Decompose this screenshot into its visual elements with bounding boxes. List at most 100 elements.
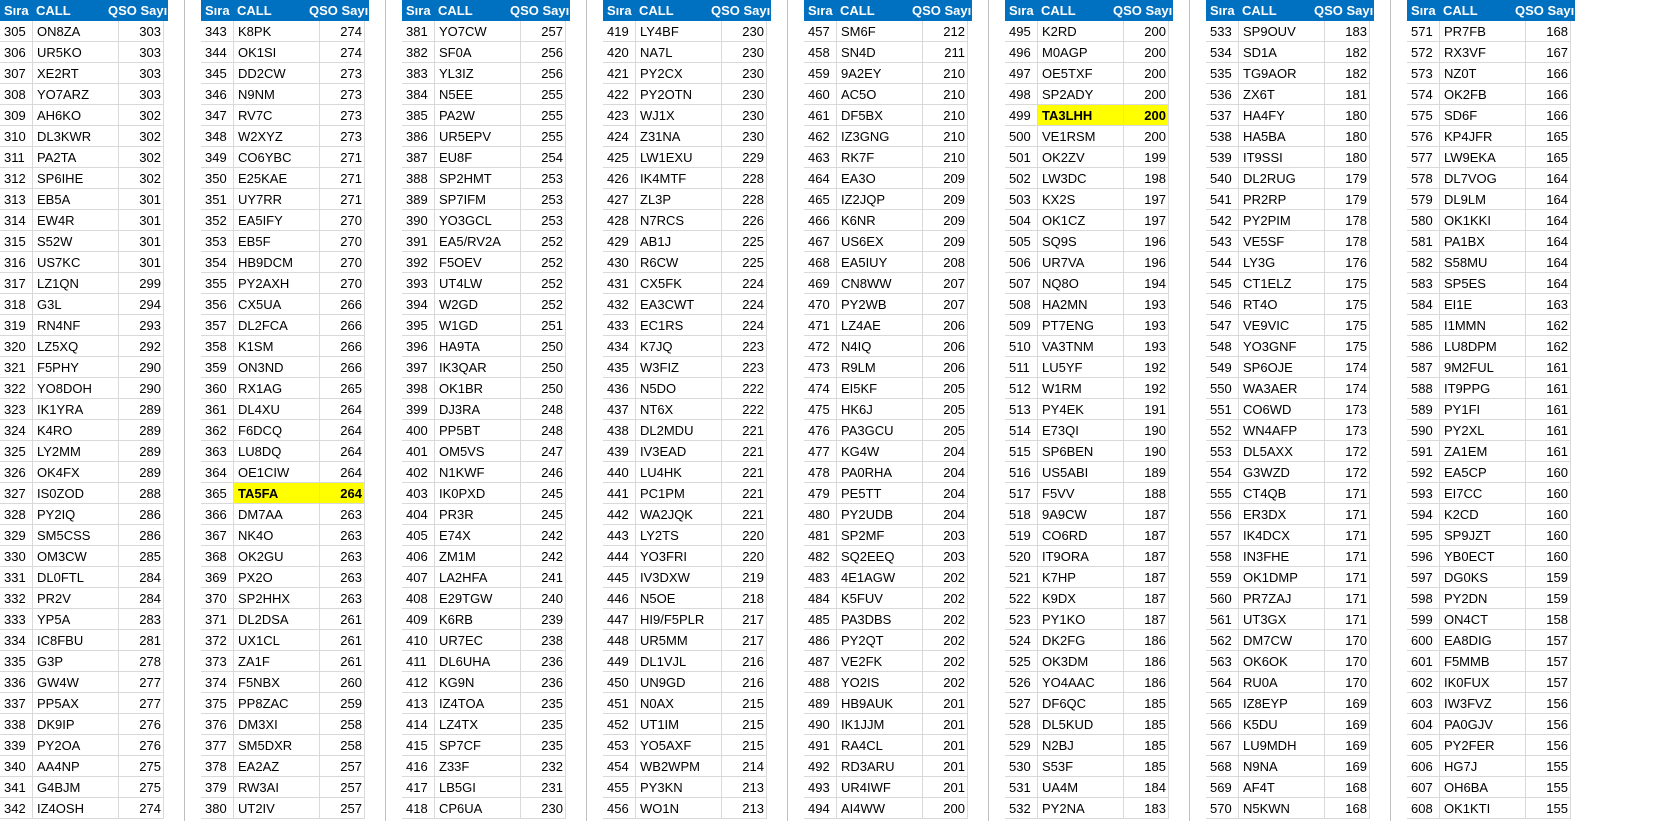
table-row: 522 K9DX 187: [1005, 588, 1173, 609]
rank-cell: 440: [603, 462, 635, 483]
rank-cell: 323: [0, 399, 32, 420]
callsign-cell: CO6RD: [1037, 525, 1123, 546]
rank-cell: 444: [603, 546, 635, 567]
callsign-cell: LY3G: [1238, 252, 1324, 273]
rank-cell: 565: [1206, 693, 1238, 714]
callsign-cell: OK1KKI: [1439, 210, 1525, 231]
rank-cell: 307: [0, 63, 32, 84]
qso-count-cell: 174: [1324, 378, 1370, 399]
rank-cell: 362: [201, 420, 233, 441]
qso-count-cell: 181: [1324, 84, 1370, 105]
qso-count-cell: 303: [118, 84, 164, 105]
table-row: 323 IK1YRA 289: [0, 399, 168, 420]
callsign-cell: PY1FI: [1439, 399, 1525, 420]
qso-count-cell: 192: [1123, 357, 1169, 378]
qso-count-cell: 256: [520, 42, 566, 63]
rank-cell: 371: [201, 609, 233, 630]
rank-cell: 315: [0, 231, 32, 252]
qso-count-cell: 173: [1324, 399, 1370, 420]
rank-cell: 414: [402, 714, 434, 735]
qso-count-cell: 220: [721, 546, 767, 567]
qso-count-cell: 230: [520, 798, 566, 819]
callsign-cell: N9NM: [233, 84, 319, 105]
table-row: 379 RW3AI 257: [201, 777, 369, 798]
rank-cell: 379: [201, 777, 233, 798]
rank-cell: 494: [804, 798, 836, 819]
qso-count-cell: 277: [118, 693, 164, 714]
qso-count-cell: 159: [1525, 567, 1571, 588]
table-row: 498 SP2ADY 200: [1005, 84, 1173, 105]
qso-count-cell: 275: [118, 777, 164, 798]
rank-cell: 581: [1407, 231, 1439, 252]
qso-count-cell: 257: [319, 777, 365, 798]
table-block: Sıra CALL QSO Sayı 419 LY4BF 230 420 NA7L 230 421…: [603, 0, 771, 819]
table-row: 339 PY2OA 276: [0, 735, 168, 756]
header-sira: Sıra: [808, 3, 833, 18]
rank-cell: 329: [0, 525, 32, 546]
callsign-cell: YO3GCL: [434, 210, 520, 231]
callsign-cell: N7RCS: [635, 210, 721, 231]
rank-cell: 583: [1407, 273, 1439, 294]
qso-count-cell: 256: [520, 63, 566, 84]
callsign-cell: UA4M: [1037, 777, 1123, 798]
table-row: 410 UR7EC 238: [402, 630, 570, 651]
qso-count-cell: 302: [118, 105, 164, 126]
callsign-cell: DF6QC: [1037, 693, 1123, 714]
rank-cell: 413: [402, 693, 434, 714]
rank-cell: 457: [804, 21, 836, 42]
table-row: 493 UR4IWF 201: [804, 777, 972, 798]
callsign-cell: DL0FTL: [32, 567, 118, 588]
rank-cell: 453: [603, 735, 635, 756]
rank-cell: 338: [0, 714, 32, 735]
rank-cell: 607: [1407, 777, 1439, 798]
table-row: 539 IT9SSI 180: [1206, 147, 1374, 168]
table-row: 402 N1KWF 246: [402, 462, 570, 483]
table-row: 525 OK3DM 186: [1005, 651, 1173, 672]
qso-count-cell: 223: [721, 357, 767, 378]
rank-cell: 399: [402, 399, 434, 420]
table-row: 306 UR5KO 303: [0, 42, 168, 63]
rank-cell: 514: [1005, 420, 1037, 441]
rank-cell: 518: [1005, 504, 1037, 525]
rank-cell: 576: [1407, 126, 1439, 147]
qso-count-cell: 230: [721, 84, 767, 105]
callsign-cell: PY3KN: [635, 777, 721, 798]
qso-count-cell: 301: [118, 210, 164, 231]
table-row: 389 SP7IFM 253: [402, 189, 570, 210]
callsign-cell: YO3FRI: [635, 546, 721, 567]
table-row: 419 LY4BF 230: [603, 21, 771, 42]
rank-cell: 425: [603, 147, 635, 168]
callsign-cell: YO7CW: [434, 21, 520, 42]
qso-count-cell: 225: [721, 252, 767, 273]
qso-count-cell: 200: [1123, 84, 1169, 105]
rank-cell: 427: [603, 189, 635, 210]
table-header: Sıra CALL QSO Sayı: [804, 0, 972, 21]
callsign-cell: M0AGP: [1037, 42, 1123, 63]
callsign-cell: PR2V: [32, 588, 118, 609]
qso-count-cell: 255: [520, 84, 566, 105]
table-row: 560 PR7ZAJ 171: [1206, 588, 1374, 609]
table-row: 507 NQ8O 194: [1005, 273, 1173, 294]
table-row: 350 E25KAE 271: [201, 168, 369, 189]
rank-cell: 462: [804, 126, 836, 147]
rank-cell: 522: [1005, 588, 1037, 609]
qso-count-cell: 173: [1324, 420, 1370, 441]
qso-count-cell: 202: [922, 567, 968, 588]
callsign-cell: EA2AZ: [233, 756, 319, 777]
table-row: 366 DM7AA 263: [201, 504, 369, 525]
table-row: 399 DJ3RA 248: [402, 399, 570, 420]
table-block: Sıra CALL QSO Sayı 381 YO7CW 257 382 SF0A 256 383…: [402, 0, 570, 819]
callsign-cell: E73QI: [1037, 420, 1123, 441]
rank-cell: 505: [1005, 231, 1037, 252]
callsign-cell: VE9VIC: [1238, 315, 1324, 336]
qso-count-cell: 236: [520, 672, 566, 693]
rank-cell: 561: [1206, 609, 1238, 630]
table-row: 309 AH6KO 302: [0, 105, 168, 126]
qso-count-cell: 284: [118, 567, 164, 588]
callsign-cell: K9DX: [1037, 588, 1123, 609]
table-row: 320 LZ5XQ 292: [0, 336, 168, 357]
callsign-cell: R9LM: [836, 357, 922, 378]
qso-count-cell: 263: [319, 525, 365, 546]
rank-cell: 490: [804, 714, 836, 735]
rank-cell: 423: [603, 105, 635, 126]
